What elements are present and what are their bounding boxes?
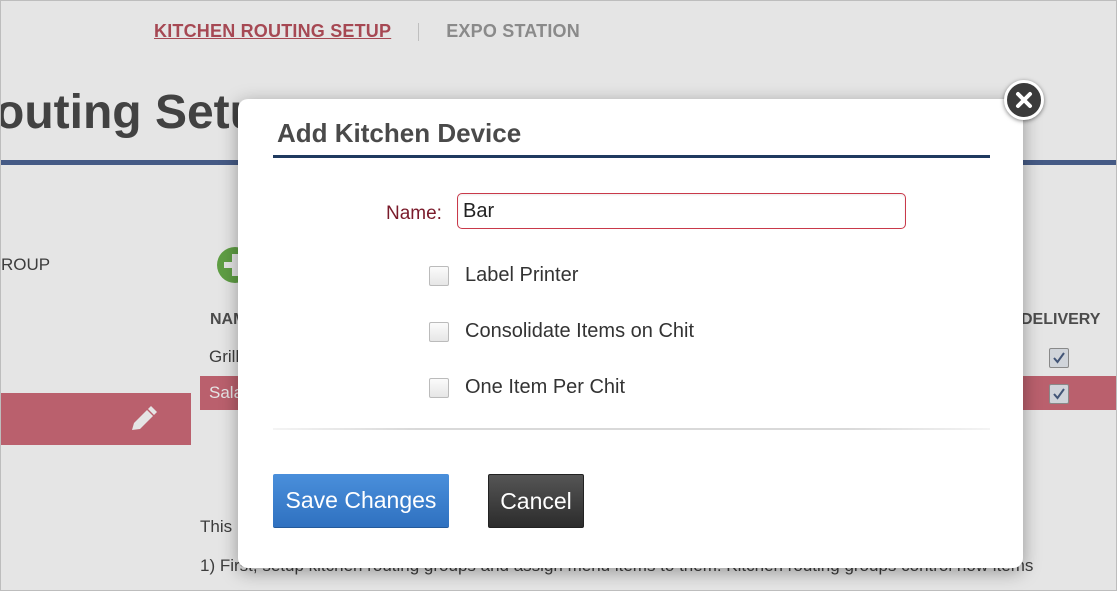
dialog-footer-divider — [273, 428, 990, 430]
save-changes-button[interactable]: Save Changes — [273, 474, 449, 528]
close-dialog-button[interactable] — [1004, 80, 1044, 120]
app-frame: KITCHEN ROUTING SETUP EXPO STATION outin… — [0, 0, 1117, 591]
consolidate-items-option[interactable]: Consolidate Items on Chit — [429, 320, 694, 343]
dialog-title-divider — [273, 155, 990, 158]
one-item-per-chit-label[interactable]: One Item Per Chit — [465, 376, 625, 399]
label-printer-label[interactable]: Label Printer — [465, 264, 578, 287]
consolidate-items-label[interactable]: Consolidate Items on Chit — [465, 320, 694, 343]
close-icon — [1016, 92, 1032, 108]
name-label: Name: — [386, 203, 442, 224]
cancel-button[interactable]: Cancel — [488, 474, 584, 528]
label-printer-option[interactable]: Label Printer — [429, 264, 578, 287]
label-printer-checkbox[interactable] — [429, 265, 449, 286]
one-item-per-chit-checkbox[interactable] — [429, 377, 449, 398]
dialog-title: Add Kitchen Device — [277, 118, 522, 148]
consolidate-items-checkbox[interactable] — [429, 321, 449, 342]
name-input[interactable] — [457, 193, 906, 229]
add-kitchen-device-dialog: Add Kitchen Device Name: Label Printer C… — [238, 99, 1023, 568]
one-item-per-chit-option[interactable]: One Item Per Chit — [429, 376, 625, 399]
